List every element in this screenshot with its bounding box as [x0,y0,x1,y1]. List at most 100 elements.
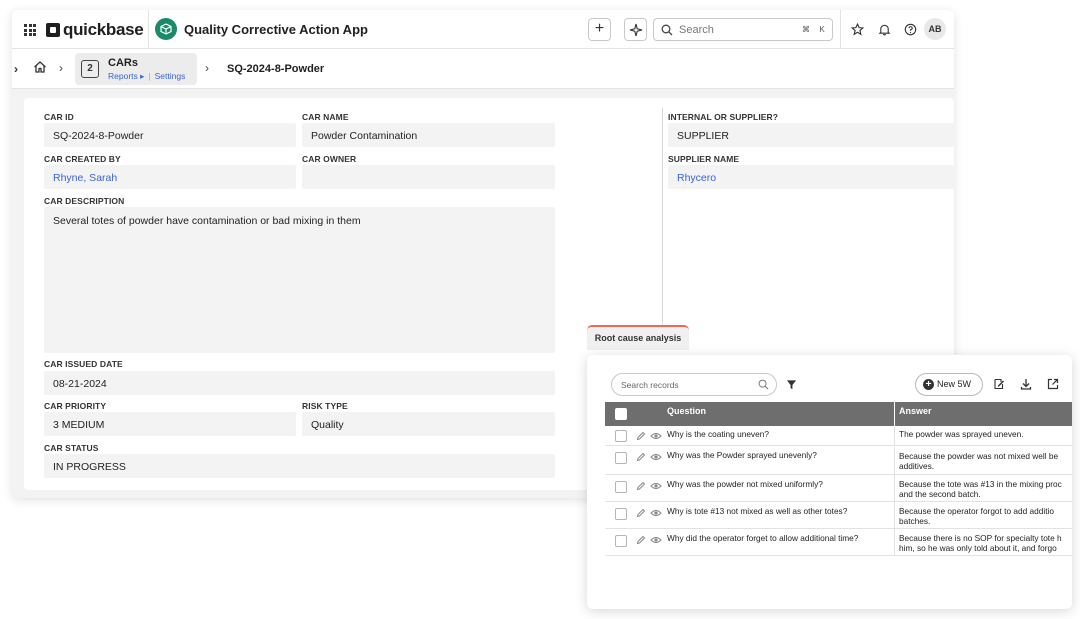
search-placeholder: Search [679,24,714,36]
supplier-name-label: SUPPLIER NAME [668,154,740,164]
search-icon [661,24,673,36]
cell-divider [894,529,895,555]
table-row[interactable]: Why is the coating uneven? The powder wa… [605,426,1072,446]
answer-cell-line2: him, so he was only told about it, and f… [899,543,1057,553]
new-5w-button[interactable]: + New 5W [915,373,983,396]
pencil-icon[interactable] [636,508,646,518]
row-checkbox[interactable] [615,430,627,442]
tab-root-cause-analysis[interactable]: Root cause analysis [587,325,689,350]
divider [148,10,149,49]
section-divider [662,108,663,330]
pencil-icon[interactable] [636,481,646,491]
risk-type-field: Quality [302,412,555,436]
search-records-placeholder: Search records [621,380,679,390]
car-description-field: Several totes of powder have contaminati… [44,207,555,353]
table-row[interactable]: Why did the operator forget to allow add… [605,529,1072,556]
table-chip-cars[interactable]: 2 CARs Reports ▸ | Settings [75,53,197,85]
search-records-input[interactable]: Search records [611,373,777,396]
car-created-by-label: CAR CREATED BY [44,154,121,164]
car-name-field: Powder Contamination [302,123,555,147]
car-issued-date-label: CAR ISSUED DATE [44,359,123,369]
row-checkbox[interactable] [615,452,627,464]
help-icon[interactable] [902,21,918,37]
eye-icon[interactable] [650,452,662,462]
top-bar: quickbase Quality Corrective Action App … [12,10,954,49]
car-status-label: CAR STATUS [44,443,99,453]
search-icon [758,379,769,390]
app-cube-icon[interactable] [155,18,177,40]
pencil-icon[interactable] [636,431,646,441]
breadcrumb: › › 2 CARs Reports ▸ | Settings › SQ-2024-… [12,49,954,89]
eye-icon[interactable] [650,481,662,491]
avatar[interactable]: AB [924,18,946,40]
table-row[interactable]: Why was the powder not mixed uniformly? … [605,475,1072,502]
global-search-input[interactable]: Search ⌘ K [653,18,833,41]
car-priority-field: 3 MEDIUM [44,412,296,436]
caret-right-icon: ▸ [137,71,145,81]
table-header: Question Answer [605,402,1072,426]
column-header-question[interactable]: Question [667,406,706,416]
pencil-icon[interactable] [636,535,646,545]
edit-note-icon[interactable] [992,377,1006,391]
question-cell: Why was the Powder sprayed unevenly? [667,450,817,460]
eye-icon[interactable] [650,535,662,545]
favorite-star-icon[interactable] [849,21,865,37]
answer-cell-line2: batches. [899,516,931,526]
table-row[interactable]: Why was the Powder sprayed unevenly? Bec… [605,447,1072,475]
row-checkbox[interactable] [615,481,627,493]
select-all-checkbox[interactable] [615,408,627,420]
shortcut-cmd: ⌘ [802,25,810,34]
pencil-icon[interactable] [636,452,646,462]
quickbase-logo-icon [46,23,60,37]
brand-name: quickbase [63,20,144,39]
car-priority-label: CAR PRIORITY [44,401,107,411]
sparkle-icon [629,23,642,36]
row-checkbox[interactable] [615,535,627,547]
link-separator: | [148,71,151,81]
supplier-name-link[interactable]: Rhycero [668,165,954,189]
car-created-by-link[interactable]: Rhyne, Sarah [44,165,296,189]
column-divider [894,402,895,426]
column-header-answer[interactable]: Answer [899,406,932,416]
new-5w-label: New 5W [937,379,972,389]
settings-link[interactable]: Settings [155,71,186,81]
root-cause-panel: Search records + New 5W Question Answer … [587,355,1072,609]
answer-cell: Because the operator forgot to add addit… [899,506,1054,516]
home-icon[interactable] [33,60,47,79]
chevron-right-icon[interactable]: › [14,62,18,76]
car-owner-label: CAR OWNER [302,154,357,164]
table-links: Reports ▸ | Settings [108,71,185,82]
question-cell: Why is tote #13 not mixed as well as oth… [667,506,848,516]
bell-icon[interactable] [876,21,892,37]
question-cell: Why is the coating uneven? [667,429,769,439]
table-name[interactable]: CARs [108,57,138,69]
answer-cell: Because there is no SOP for specialty to… [899,533,1062,543]
eye-icon[interactable] [650,508,662,518]
divider [840,10,841,49]
internal-supplier-label: INTERNAL OR SUPPLIER? [668,112,779,122]
risk-type-label: RISK TYPE [302,401,348,411]
open-external-icon[interactable] [1046,377,1060,391]
app-title[interactable]: Quality Corrective Action App [184,22,368,37]
eye-icon[interactable] [650,431,662,441]
filter-icon[interactable] [786,377,797,395]
table-number-badge: 2 [81,60,99,78]
car-name-label: CAR NAME [302,112,349,122]
cell-divider [894,426,895,445]
brand-logo[interactable]: quickbase [46,20,144,40]
row-checkbox[interactable] [615,508,627,520]
reports-link[interactable]: Reports [108,71,138,81]
car-id-label: CAR ID [44,112,74,122]
answer-cell: Because the tote was #13 in the mixing p… [899,479,1062,489]
cell-divider [894,447,895,474]
car-status-field: IN PROGRESS [44,454,555,478]
chevron-right-icon: › [205,61,209,75]
download-icon[interactable] [1019,377,1033,391]
question-cell: Why did the operator forget to allow add… [667,533,859,543]
add-button[interactable]: + [588,18,611,41]
record-title: SQ-2024-8-Powder [227,63,325,75]
table-row[interactable]: Why is tote #13 not mixed as well as oth… [605,502,1072,529]
ai-sparkle-button[interactable] [624,18,647,41]
answer-cell-line2: additives. [899,461,935,471]
app-switcher-icon[interactable] [24,24,36,36]
